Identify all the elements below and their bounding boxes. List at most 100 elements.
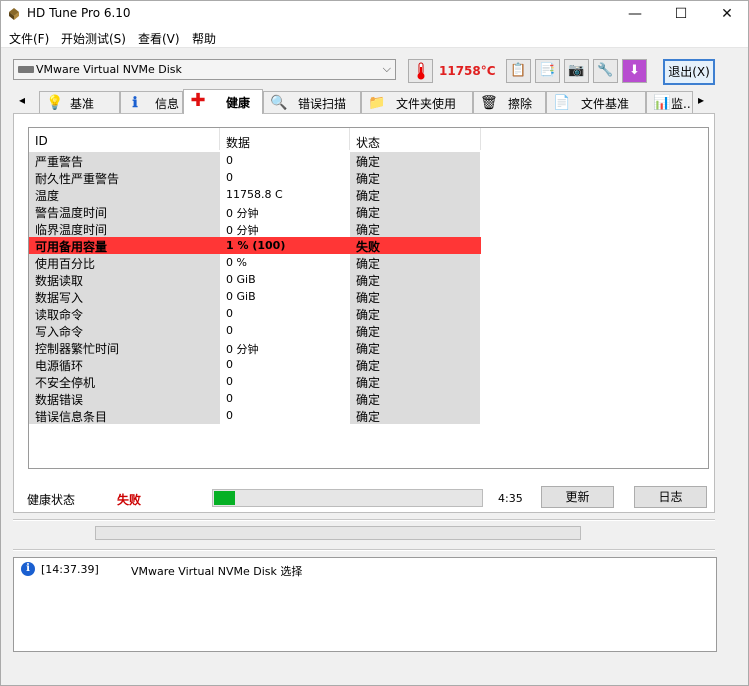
temperature-readout: 11758°C <box>439 64 496 78</box>
health-progress-fill <box>214 491 235 505</box>
tab-label: 信息 <box>155 97 180 111</box>
refresh-button[interactable]: 更新 <box>541 486 614 508</box>
copy-screenshot-icon[interactable]: 📑 <box>535 59 560 83</box>
table-row[interactable]: 温度 11758.8 C 确定 <box>29 186 481 203</box>
tab-label: 擦除 <box>508 97 533 111</box>
table-row[interactable]: 耐久性严重警告 0 确定 <box>29 169 481 186</box>
tab-error-scan[interactable]: 🔍 错误扫描 <box>263 91 361 113</box>
row-id: 可用备用容量 <box>35 240 108 254</box>
divider <box>13 549 715 551</box>
row-data: 0 <box>226 392 233 405</box>
menu-help[interactable]: 帮助 <box>192 30 216 47</box>
column-header-id[interactable]: ID <box>35 134 48 148</box>
row-data: 0 分钟 <box>226 224 259 237</box>
tab-scroll-left-icon[interactable]: ◂ <box>19 93 25 107</box>
table-row[interactable]: 电源循环 0 确定 <box>29 356 481 373</box>
row-id: 耐久性严重警告 <box>35 172 120 186</box>
tab-label: 健康 <box>226 96 251 110</box>
table-row[interactable]: 错误信息条目 0 确定 <box>29 407 481 424</box>
tab-info[interactable]: ℹ 信息 <box>120 91 183 113</box>
row-data: 0 <box>226 324 233 337</box>
app-logo-icon <box>9 8 19 20</box>
divider <box>13 519 715 521</box>
tab-erase[interactable]: 🗑 擦除 <box>473 91 546 113</box>
close-button[interactable]: ✕ <box>704 1 749 28</box>
row-data: 0 <box>226 154 233 167</box>
row-id: 电源循环 <box>35 359 84 373</box>
tab-folder-usage[interactable]: 📁 文件夹使用 <box>361 91 473 113</box>
file-bench-icon: 📄 <box>553 95 571 111</box>
row-status: 确定 <box>356 223 381 237</box>
table-row[interactable]: 可用备用容量 1 % (100) 失败 <box>29 237 481 254</box>
row-id: 温度 <box>35 189 60 203</box>
log-message: VMware Virtual NVMe Disk 选择 <box>131 565 303 578</box>
menu-bar: 文件(F) 开始测试(S) 查看(V) 帮助 <box>1 28 748 48</box>
row-id: 不安全停机 <box>35 376 96 390</box>
row-id: 数据读取 <box>35 274 84 288</box>
health-panel: ID 数据 状态 严重警告 0 确定 耐久性严重警告 0 确定 温度 11758.8 C 确定警… <box>13 113 715 513</box>
health-progress-bar <box>212 489 483 507</box>
row-data: 0 <box>226 358 233 371</box>
row-id: 控制器繁忙时间 <box>35 342 120 356</box>
table-row[interactable]: 数据读取 0 GiB 确定 <box>29 271 481 288</box>
row-data: 0 GiB <box>226 273 256 286</box>
log-time: [14:37.39] <box>41 563 99 576</box>
maximize-button[interactable]: ☐ <box>658 1 704 28</box>
tab-benchmark[interactable]: 💡 基准 <box>39 91 120 113</box>
row-id: 数据写入 <box>35 291 84 305</box>
row-data: 0 分钟 <box>226 343 259 356</box>
row-status: 确定 <box>356 206 381 220</box>
minimize-button[interactable]: — <box>612 1 658 28</box>
tab-label: 文件夹使用 <box>396 97 457 111</box>
menu-view[interactable]: 查看(V) <box>138 30 180 47</box>
table-row[interactable]: 严重警告 0 确定 <box>29 152 481 169</box>
info-icon: i <box>21 562 35 576</box>
table-row[interactable]: 读取命令 0 确定 <box>29 305 481 322</box>
tab-health[interactable]: ✚ 健康 <box>183 89 263 114</box>
row-status: 确定 <box>356 189 381 203</box>
copy-text-icon[interactable]: 📋 <box>506 59 531 83</box>
column-header-data[interactable]: 数据 <box>226 134 250 151</box>
task-progress-bar <box>95 526 581 540</box>
tab-monitor[interactable]: 📊 监.. <box>646 91 693 113</box>
row-status: 确定 <box>356 359 381 373</box>
menu-file[interactable]: 文件(F) <box>9 30 49 47</box>
table-row[interactable]: 不安全停机 0 确定 <box>29 373 481 390</box>
options-icon[interactable]: 🔧 <box>593 59 618 83</box>
drive-select[interactable]: VMware Virtual NVMe Disk ⌵ <box>13 59 396 80</box>
menu-start-test[interactable]: 开始测试(S) <box>61 30 126 47</box>
table-row[interactable]: 控制器繁忙时间 0 分钟 确定 <box>29 339 481 356</box>
row-data: 0 <box>226 375 233 388</box>
camera-icon[interactable]: 📷 <box>564 59 589 83</box>
elapsed-time: 4:35 <box>498 492 523 505</box>
row-status: 确定 <box>356 308 381 322</box>
row-data: 11758.8 C <box>226 188 283 201</box>
table-row[interactable]: 写入命令 0 确定 <box>29 322 481 339</box>
log-button[interactable]: 日志 <box>634 486 707 508</box>
row-id: 错误信息条目 <box>35 410 108 424</box>
health-table: ID 数据 状态 严重警告 0 确定 耐久性严重警告 0 确定 温度 11758.8 C 确定警… <box>28 127 709 469</box>
health-status-value: 失败 <box>117 493 142 507</box>
table-row[interactable]: 警告温度时间 0 分钟 确定 <box>29 203 481 220</box>
title-bar: HD Tune Pro 6.10 — ☐ ✕ <box>1 1 748 28</box>
table-row[interactable]: 数据写入 0 GiB 确定 <box>29 288 481 305</box>
table-row[interactable]: 使用百分比 0 % 确定 <box>29 254 481 271</box>
folder-icon: 📁 <box>368 95 386 111</box>
health-status-bar: 健康状态 失败 4:35 更新 日志 <box>1 485 748 513</box>
health-cross-icon: ✚ <box>190 90 206 111</box>
save-icon[interactable]: ⬇ <box>622 59 647 83</box>
table-row[interactable]: 数据错误 0 确定 <box>29 390 481 407</box>
row-id: 读取命令 <box>35 308 84 322</box>
drive-select-value: VMware Virtual NVMe Disk <box>36 63 182 76</box>
exit-button[interactable]: 退出(X) <box>663 59 715 85</box>
row-id: 使用百分比 <box>35 257 96 271</box>
column-divider <box>219 128 220 150</box>
row-status: 确定 <box>356 257 381 271</box>
column-header-status[interactable]: 状态 <box>356 134 380 151</box>
table-row[interactable]: 临界温度时间 0 分钟 确定 <box>29 220 481 237</box>
log-panel[interactable]: i [14:37.39] VMware Virtual NVMe Disk 选择 <box>13 557 717 652</box>
tab-scroll-right-icon[interactable]: ▸ <box>698 93 704 107</box>
tab-file-benchmark[interactable]: 📄 文件基准 <box>546 91 646 113</box>
health-status-label: 健康状态 <box>27 493 76 507</box>
row-id: 临界温度时间 <box>35 223 108 237</box>
